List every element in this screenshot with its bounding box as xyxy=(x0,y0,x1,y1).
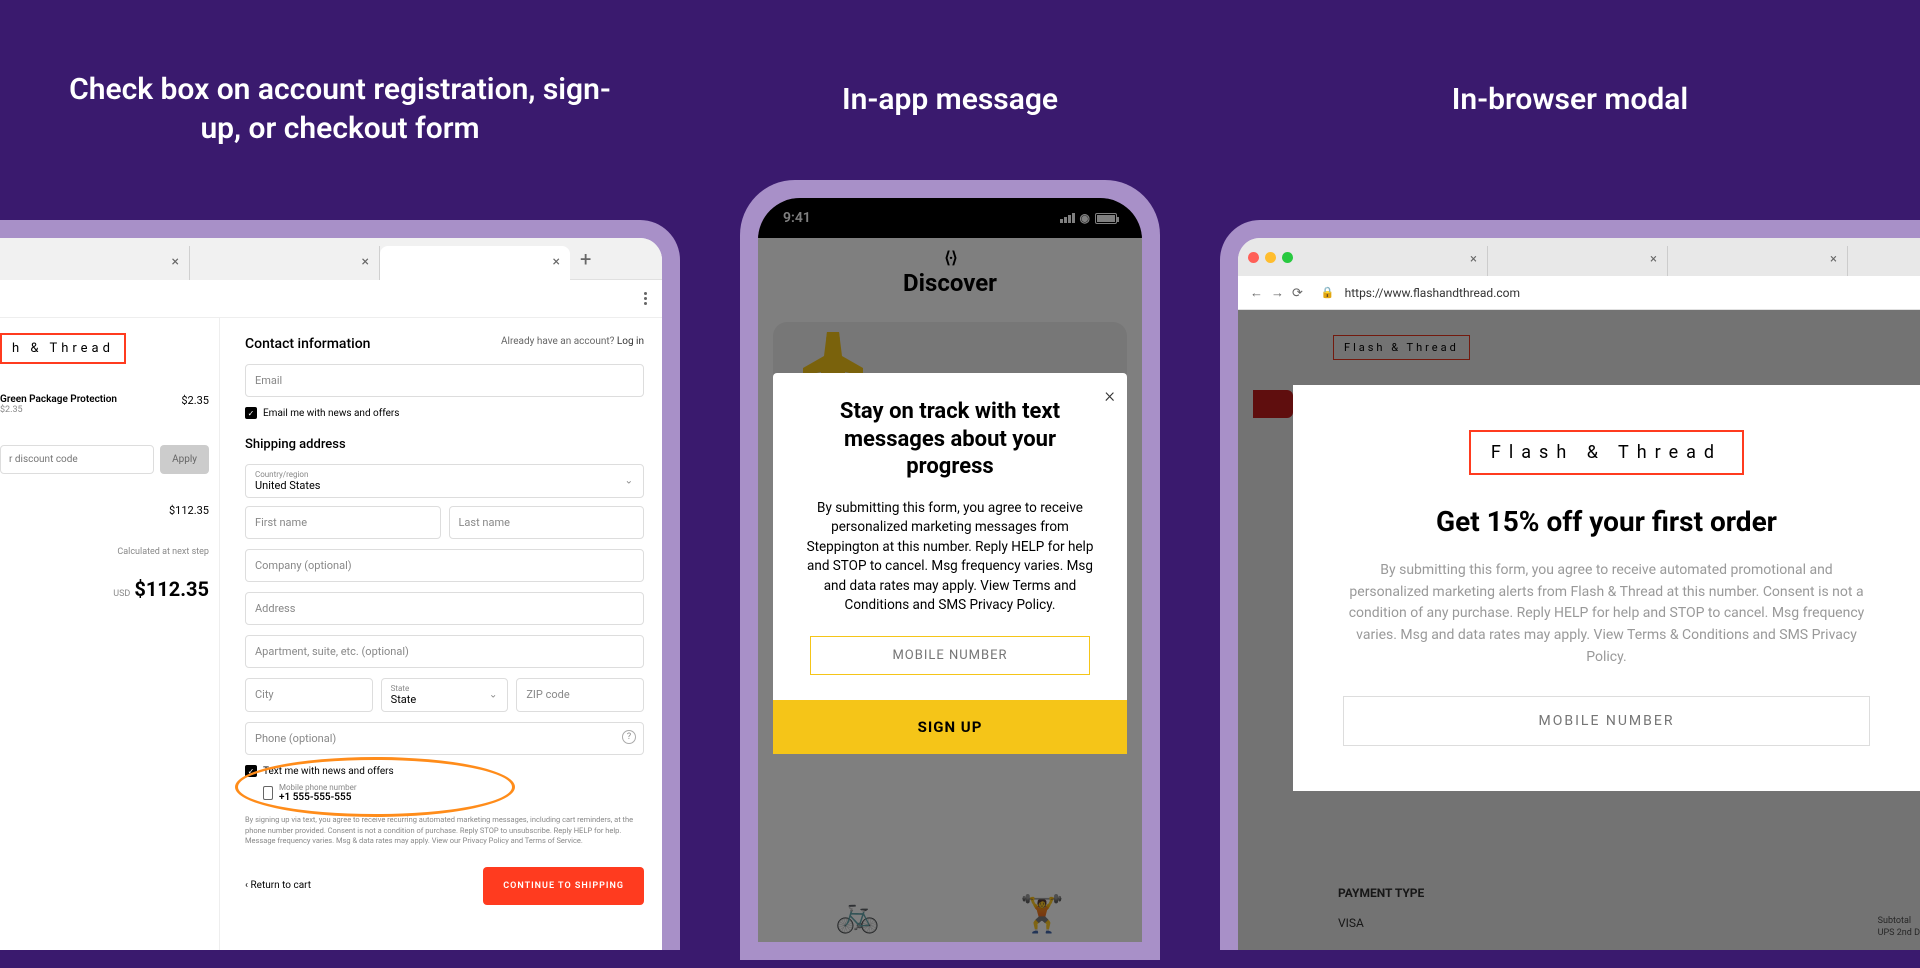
lock-icon: 🔒 xyxy=(1321,286,1335,299)
forward-icon[interactable]: → xyxy=(1271,286,1284,301)
phone-frame: 9:41 ◉ ⟨·⟩ Discover 🚲Cycling 🏋Weights xyxy=(740,180,1160,960)
browser-tab[interactable]: × xyxy=(1488,246,1668,276)
browser-screen: × × × ← → ⟳ 🔒 https://www.flashandthread.c… xyxy=(1238,238,1920,950)
mobile-label: Mobile phone number xyxy=(279,783,357,792)
login-link[interactable]: Log in xyxy=(617,336,644,347)
maximize-icon[interactable] xyxy=(1282,252,1293,263)
close-icon[interactable]: × xyxy=(1650,252,1657,267)
back-icon[interactable]: ← xyxy=(1250,286,1263,301)
chevron-down-icon: ⌄ xyxy=(489,690,497,701)
tablet-frame-1: × × × + h & Thread Green Package Protect… xyxy=(0,220,680,950)
continue-button[interactable]: CONTINUE TO SHIPPING xyxy=(483,867,644,905)
close-icon[interactable]: × xyxy=(362,254,369,270)
mobile-number-input[interactable] xyxy=(810,636,1090,675)
help-icon[interactable]: ? xyxy=(622,730,636,744)
close-icon[interactable]: × xyxy=(1830,252,1837,267)
browser-tabs: × × × + xyxy=(0,238,662,280)
mobile-value: +1 555-555-555 xyxy=(279,792,351,803)
close-icon[interactable]: × xyxy=(1470,252,1477,267)
minimize-icon[interactable] xyxy=(1265,252,1276,263)
traffic-lights[interactable] xyxy=(1248,252,1293,263)
browser-tabs: × × × xyxy=(1238,238,1920,276)
product-name: Green Package Protection xyxy=(0,394,117,405)
lastname-field[interactable]: Last name xyxy=(449,506,645,539)
address-bar: ← → ⟳ 🔒 https://www.flashandthread.com xyxy=(1238,276,1920,310)
close-icon[interactable]: × xyxy=(1105,383,1115,407)
firstname-field[interactable]: First name xyxy=(245,506,441,539)
checkbox-checked-icon: ✓ xyxy=(245,407,257,419)
browser-tab-active[interactable]: × xyxy=(380,246,570,280)
currency-label: USD xyxy=(113,589,130,599)
country-select[interactable]: Country/regionUnited States⌄ xyxy=(245,464,644,498)
email-field[interactable]: Email xyxy=(245,364,644,397)
close-icon[interactable]: × xyxy=(172,254,179,270)
state-select[interactable]: StateState⌄ xyxy=(381,678,509,712)
mobile-number-input[interactable] xyxy=(1343,696,1870,746)
page-content: Flash & Thread PAYMENT TYPE VISA Subtota… xyxy=(1238,310,1920,950)
modal-body: By submitting this form, you agree to re… xyxy=(798,499,1102,616)
checkout-screen: × × × + h & Thread Green Package Protect… xyxy=(0,238,662,950)
total-amount: $112.35 xyxy=(134,577,209,601)
column2-title: In-app message xyxy=(700,80,1200,119)
browser-tab[interactable]: × xyxy=(0,246,190,280)
zip-field[interactable]: ZIP code xyxy=(516,678,644,712)
discount-modal: Flash & Thread Get 15% off your first or… xyxy=(1293,385,1920,791)
calc-note: Calculated at next step xyxy=(117,547,209,557)
column3-title: In-browser modal xyxy=(1220,80,1920,119)
checkout-form: Contact information Already have an acco… xyxy=(220,318,662,950)
modal-title: Get 15% off your first order xyxy=(1343,505,1870,538)
browser-tab[interactable]: × xyxy=(190,246,380,280)
close-window-icon[interactable] xyxy=(1248,252,1259,263)
brand-logo: h & Thread xyxy=(0,333,126,364)
return-link[interactable]: ‹ Return to cart xyxy=(245,880,311,891)
contact-heading: Contact information xyxy=(245,336,370,352)
browser-tab[interactable]: × xyxy=(1668,246,1848,276)
subtotal-value: $112.35 xyxy=(169,504,209,517)
email-offers-checkbox[interactable]: ✓Email me with news and offers xyxy=(245,407,644,419)
discount-input[interactable] xyxy=(0,445,154,474)
column1-title: Check box on account registration, sign-… xyxy=(60,70,620,148)
order-summary: h & Thread Green Package Protection$2.35… xyxy=(0,318,220,950)
signup-button[interactable]: SIGN UP xyxy=(773,700,1127,754)
phone-field[interactable]: Phone (optional) xyxy=(245,722,644,755)
phone-icon xyxy=(263,786,273,800)
modal-brand-logo: Flash & Thread xyxy=(1469,430,1744,475)
new-tab-icon[interactable]: + xyxy=(580,247,591,271)
apartment-field[interactable]: Apartment, suite, etc. (optional) xyxy=(245,635,644,668)
close-icon[interactable]: × xyxy=(553,254,560,270)
city-field[interactable]: City xyxy=(245,678,373,712)
phone-screen: 9:41 ◉ ⟨·⟩ Discover 🚲Cycling 🏋Weights xyxy=(758,198,1142,942)
modal-body: By submitting this form, you agree to re… xyxy=(1343,560,1870,668)
menu-icon[interactable] xyxy=(644,292,647,305)
product-sub: $2.35 xyxy=(0,405,117,415)
browser-toolbar xyxy=(0,280,662,318)
address-field[interactable]: Address xyxy=(245,592,644,625)
text-offers-checkbox[interactable]: ✓Text me with news and offers xyxy=(245,765,644,777)
apply-button[interactable]: Apply xyxy=(160,445,209,474)
modal-title: Stay on track with text messages about y… xyxy=(798,398,1102,481)
sms-optin-modal: × Stay on track with text messages about… xyxy=(773,373,1127,754)
reload-icon[interactable]: ⟳ xyxy=(1292,286,1303,301)
company-field[interactable]: Company (optional) xyxy=(245,549,644,582)
legal-text: By signing up via text, you agree to rec… xyxy=(245,815,644,847)
browser-tab[interactable]: × xyxy=(1308,246,1488,276)
url-text[interactable]: https://www.flashandthread.com xyxy=(1345,286,1520,300)
chevron-down-icon: ⌄ xyxy=(625,476,633,487)
tablet-frame-3: × × × ← → ⟳ 🔒 https://www.flashandthread.c… xyxy=(1220,220,1920,950)
product-price: $2.35 xyxy=(181,394,209,415)
checkbox-checked-icon: ✓ xyxy=(245,765,257,777)
shipping-heading: Shipping address xyxy=(245,437,644,452)
